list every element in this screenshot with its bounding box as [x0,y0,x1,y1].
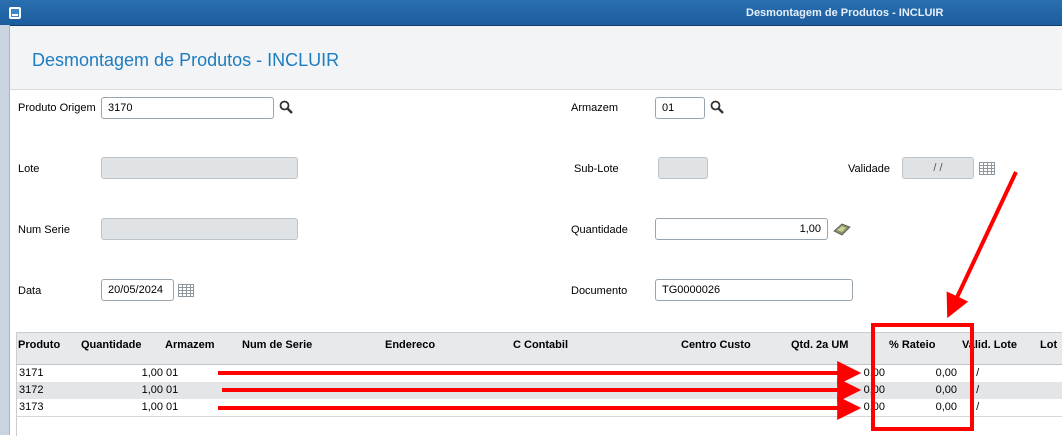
column-header[interactable]: Qtd. 2a UM [791,339,848,351]
data-label: Data [18,285,42,297]
cell-qtd2: 0,00 [863,401,885,413]
pointer-arrow [946,171,1018,319]
column-header[interactable]: Produto [18,339,60,351]
cell-valid-lote: / / [970,384,980,396]
sub-lote-input[interactable] [658,157,708,179]
data-input[interactable]: 20/05/2024 [101,279,174,301]
window-titlebar: Desmontagem de Produtos - INCLUIR [0,0,1062,26]
table-row[interactable]: 3173 1,00 01 0,00 0,00 / / [17,399,1062,417]
search-icon[interactable] [710,100,724,114]
calendar-icon[interactable] [178,284,194,297]
cell-produto: 3171 [19,367,44,379]
sub-lote-label: Sub-Lote [574,163,619,175]
cell-rateio: 0,00 [935,401,957,413]
cell-armazem: 01 [166,384,179,396]
column-header[interactable]: C Contabil [513,339,568,351]
lote-label: Lote [18,163,40,175]
column-header[interactable]: Num de Serie [242,339,312,351]
cell-quantidade: 1,00 [141,367,163,379]
produto-origem-input[interactable]: 3170 [101,97,274,119]
window-title: Desmontagem de Produtos - INCLUIR [746,7,944,19]
validade-input[interactable]: / / [902,157,974,179]
validade-label: Validade [848,163,890,175]
armazem-label: Armazem [571,102,619,114]
calendar-icon[interactable] [979,162,995,175]
cell-armazem: 01 [166,367,179,379]
cell-rateio: 0,00 [935,384,957,396]
column-header[interactable]: Quantidade [81,339,142,351]
produto-origem-label: Produto Origem [18,102,96,114]
column-header[interactable]: Endereco [385,339,435,351]
num-serie-label: Num Serie [18,224,70,236]
documento-input[interactable]: TG0000026 [655,279,853,301]
lote-input[interactable] [101,157,298,179]
cell-quantidade: 1,00 [141,401,163,413]
cell-qtd2: 0,00 [863,384,885,396]
quantidade-label: Quantidade [571,224,628,236]
window-icon [9,7,21,19]
search-icon[interactable] [279,100,293,114]
armazem-input[interactable]: 01 [655,97,705,119]
cell-rateio: 0,00 [935,367,957,379]
page-title: Desmontagem de Produtos - INCLUIR [32,50,340,70]
cell-valid-lote: / / [970,401,980,413]
cell-armazem: 01 [166,401,179,413]
column-header[interactable]: Armazem [165,339,215,351]
num-serie-input[interactable] [101,218,298,240]
column-header[interactable]: Valid. Lote [962,339,1017,351]
table-row[interactable]: 3172 1,00 01 0,00 0,00 / / [17,382,1062,400]
documento-label: Documento [571,285,628,297]
column-header[interactable]: % Rateio [889,339,935,351]
cell-valid-lote: / / [970,367,980,379]
cell-quantidade: 1,00 [141,384,163,396]
quantidade-input[interactable]: 1,00 [655,218,828,240]
cell-produto: 3172 [19,384,44,396]
column-header[interactable]: Lot [1040,339,1057,351]
calculator-icon[interactable] [832,222,851,236]
cell-qtd2: 0,00 [863,367,885,379]
cell-produto: 3173 [19,401,44,413]
table-row[interactable]: 3171 1,00 01 0,00 0,00 / / [17,365,1062,383]
left-border [0,25,10,435]
column-header[interactable]: Centro Custo [681,339,751,351]
